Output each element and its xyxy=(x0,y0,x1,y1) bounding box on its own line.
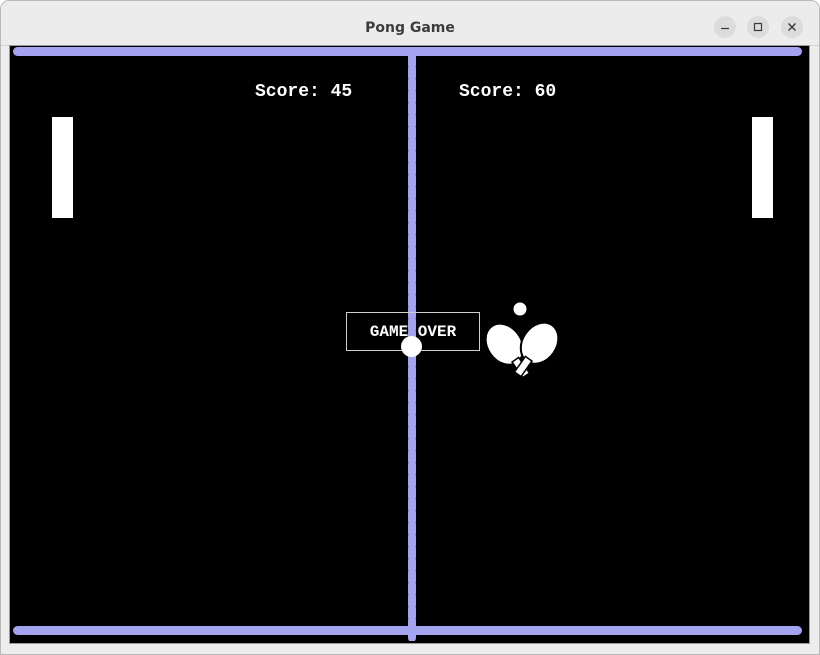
window-title: Pong Game xyxy=(365,20,455,36)
game-canvas[interactable]: Score: 45 Score: 60 GAME OVER xyxy=(10,46,807,641)
title-bar[interactable]: Pong Game xyxy=(1,1,819,46)
minimize-button[interactable] xyxy=(714,16,736,38)
minimize-icon xyxy=(721,27,729,30)
maximize-button[interactable] xyxy=(747,16,769,38)
ping-pong-paddles-icon xyxy=(484,302,560,379)
ball xyxy=(401,336,422,357)
left-paddle xyxy=(52,117,73,218)
close-button[interactable] xyxy=(781,16,803,38)
close-icon xyxy=(788,23,796,31)
right-score: Score: 60 xyxy=(459,82,557,102)
maximize-icon xyxy=(753,22,763,32)
right-paddle xyxy=(752,117,773,218)
left-score: Score: 45 xyxy=(255,82,353,102)
